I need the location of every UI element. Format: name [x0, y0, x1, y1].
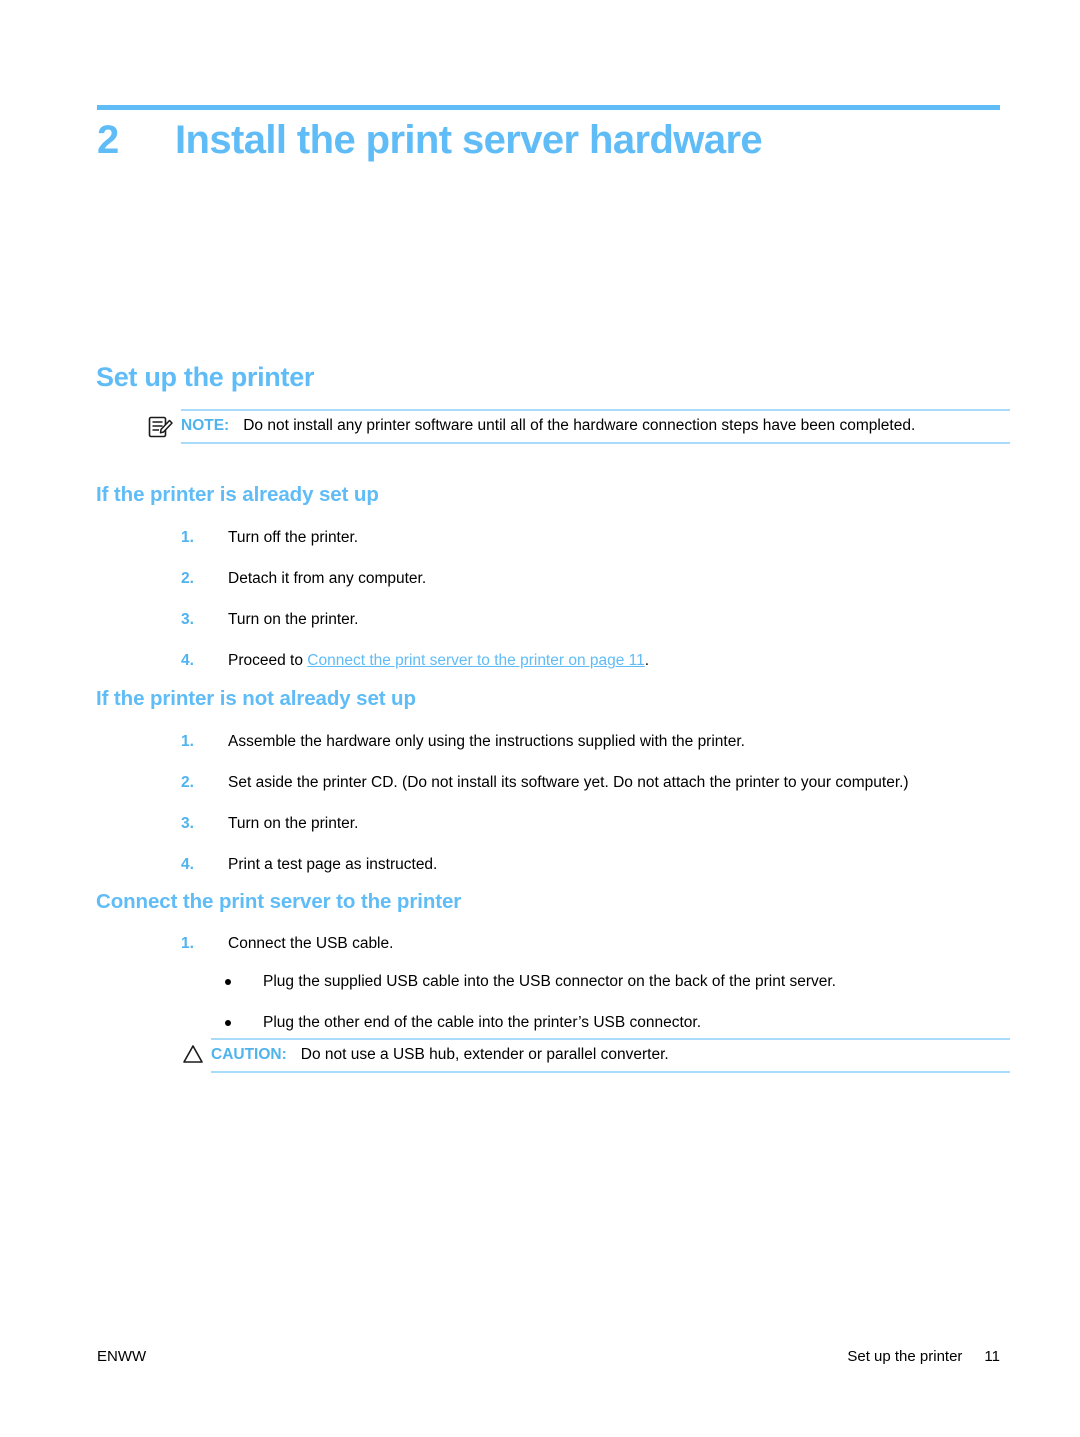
caution-admonition: CAUTION: Do not use a USB hub, extender o… — [181, 1038, 1010, 1073]
list-text-prefix: Proceed to — [228, 652, 308, 670]
list-number: 3. — [181, 815, 194, 833]
note-text: Do not install any printer software unti… — [243, 417, 916, 434]
bullet-icon — [225, 979, 231, 985]
list-text: Turn on the printer. — [228, 815, 359, 833]
caution-triangle-icon — [181, 1042, 207, 1066]
note-body: NOTE: Do not install any printer software… — [181, 409, 1010, 444]
list-number: 3. — [181, 611, 194, 629]
subheading-printer-not-already-set-up: If the printer is not already set up — [96, 687, 416, 710]
section-heading: Set up the printer — [96, 362, 315, 392]
list-item: Plug the other end of the cable into the… — [222, 1013, 1012, 1033]
list-item: 1. Connect the USB cable. — [181, 934, 1011, 954]
footer-language-code: ENWW — [97, 1348, 147, 1365]
cross-reference-link[interactable]: Connect the print server to the printer … — [307, 652, 644, 669]
list-text: Print a test page as instructed. — [228, 856, 438, 874]
list-item: 4. Proceed to Connect the print server to… — [181, 651, 1011, 671]
list-text: Plug the supplied USB cable into the USB… — [263, 973, 836, 990]
chapter-title: Install the print server hardware — [175, 118, 763, 162]
list-connect-print-server: 1. Connect the USB cable. — [181, 934, 1011, 954]
caution-body: CAUTION: Do not use a USB hub, extender o… — [211, 1038, 1010, 1073]
document-page: 2 Install the print server hardware Set … — [0, 0, 1080, 1437]
list-number: 1. — [181, 733, 194, 750]
list-text: Connect the USB cable. — [228, 935, 394, 952]
bullet-list-usb-cable: Plug the supplied USB cable into the USB… — [222, 972, 1012, 1033]
list-item: 3. Turn on the printer. — [181, 610, 1011, 630]
list-text: Assemble the hardware only using the ins… — [228, 733, 745, 750]
list-item: 1. Turn off the printer. — [181, 528, 1011, 548]
list-item: 2. Detach it from any computer. — [181, 569, 1011, 589]
chapter-rule — [97, 105, 1000, 110]
chapter-number: 2 — [97, 118, 119, 162]
caution-label: CAUTION: — [211, 1046, 287, 1063]
list-item: 4. Print a test page as instructed. — [181, 855, 1011, 875]
list-text: Turn on the printer. — [228, 611, 359, 629]
list-item: 1. Assemble the hardware only using the … — [181, 732, 1011, 752]
list-item: Plug the supplied USB cable into the USB… — [222, 972, 1012, 992]
footer-page-number: 11 — [984, 1348, 1000, 1365]
list-text: Set aside the printer CD. (Do not instal… — [228, 774, 909, 792]
list-number: 1. — [181, 935, 194, 952]
caution-text: Do not use a USB hub, extender or parall… — [300, 1046, 669, 1063]
list-printer-already-set-up: 1. Turn off the printer. 2. Detach it fr… — [181, 528, 1011, 672]
footer-section-title: Set up the printer — [847, 1348, 963, 1365]
list-text: Plug the other end of the cable into the… — [263, 1014, 702, 1032]
list-number: 2. — [181, 570, 194, 588]
chapter-title-row: 2 Install the print server hardware — [97, 118, 1000, 163]
note-icon — [148, 415, 174, 439]
bullet-icon — [225, 1020, 231, 1027]
list-item: 2. Set aside the printer CD. (Do not ins… — [181, 773, 1011, 793]
subheading-connect-print-server: Connect the print server to the printer — [96, 890, 462, 913]
list-text-suffix: . — [644, 652, 650, 670]
list-text: Turn off the printer. — [228, 529, 359, 546]
subheading-printer-already-set-up: If the printer is already set up — [96, 483, 379, 506]
note-label: NOTE: — [181, 417, 230, 434]
note-admonition: NOTE: Do not install any printer software… — [148, 409, 1010, 444]
list-number: 4. — [181, 652, 194, 670]
page-footer: ENWW Set up the printer 11 — [97, 1348, 1000, 1365]
list-number: 4. — [181, 856, 194, 874]
list-item: 3. Turn on the printer. — [181, 814, 1011, 834]
list-number: 2. — [181, 774, 194, 792]
list-number: 1. — [181, 529, 194, 546]
footer-right: Set up the printer 11 — [847, 1348, 1000, 1365]
list-printer-not-already-set-up: 1. Assemble the hardware only using the … — [181, 732, 1011, 876]
list-text: Detach it from any computer. — [228, 570, 427, 588]
